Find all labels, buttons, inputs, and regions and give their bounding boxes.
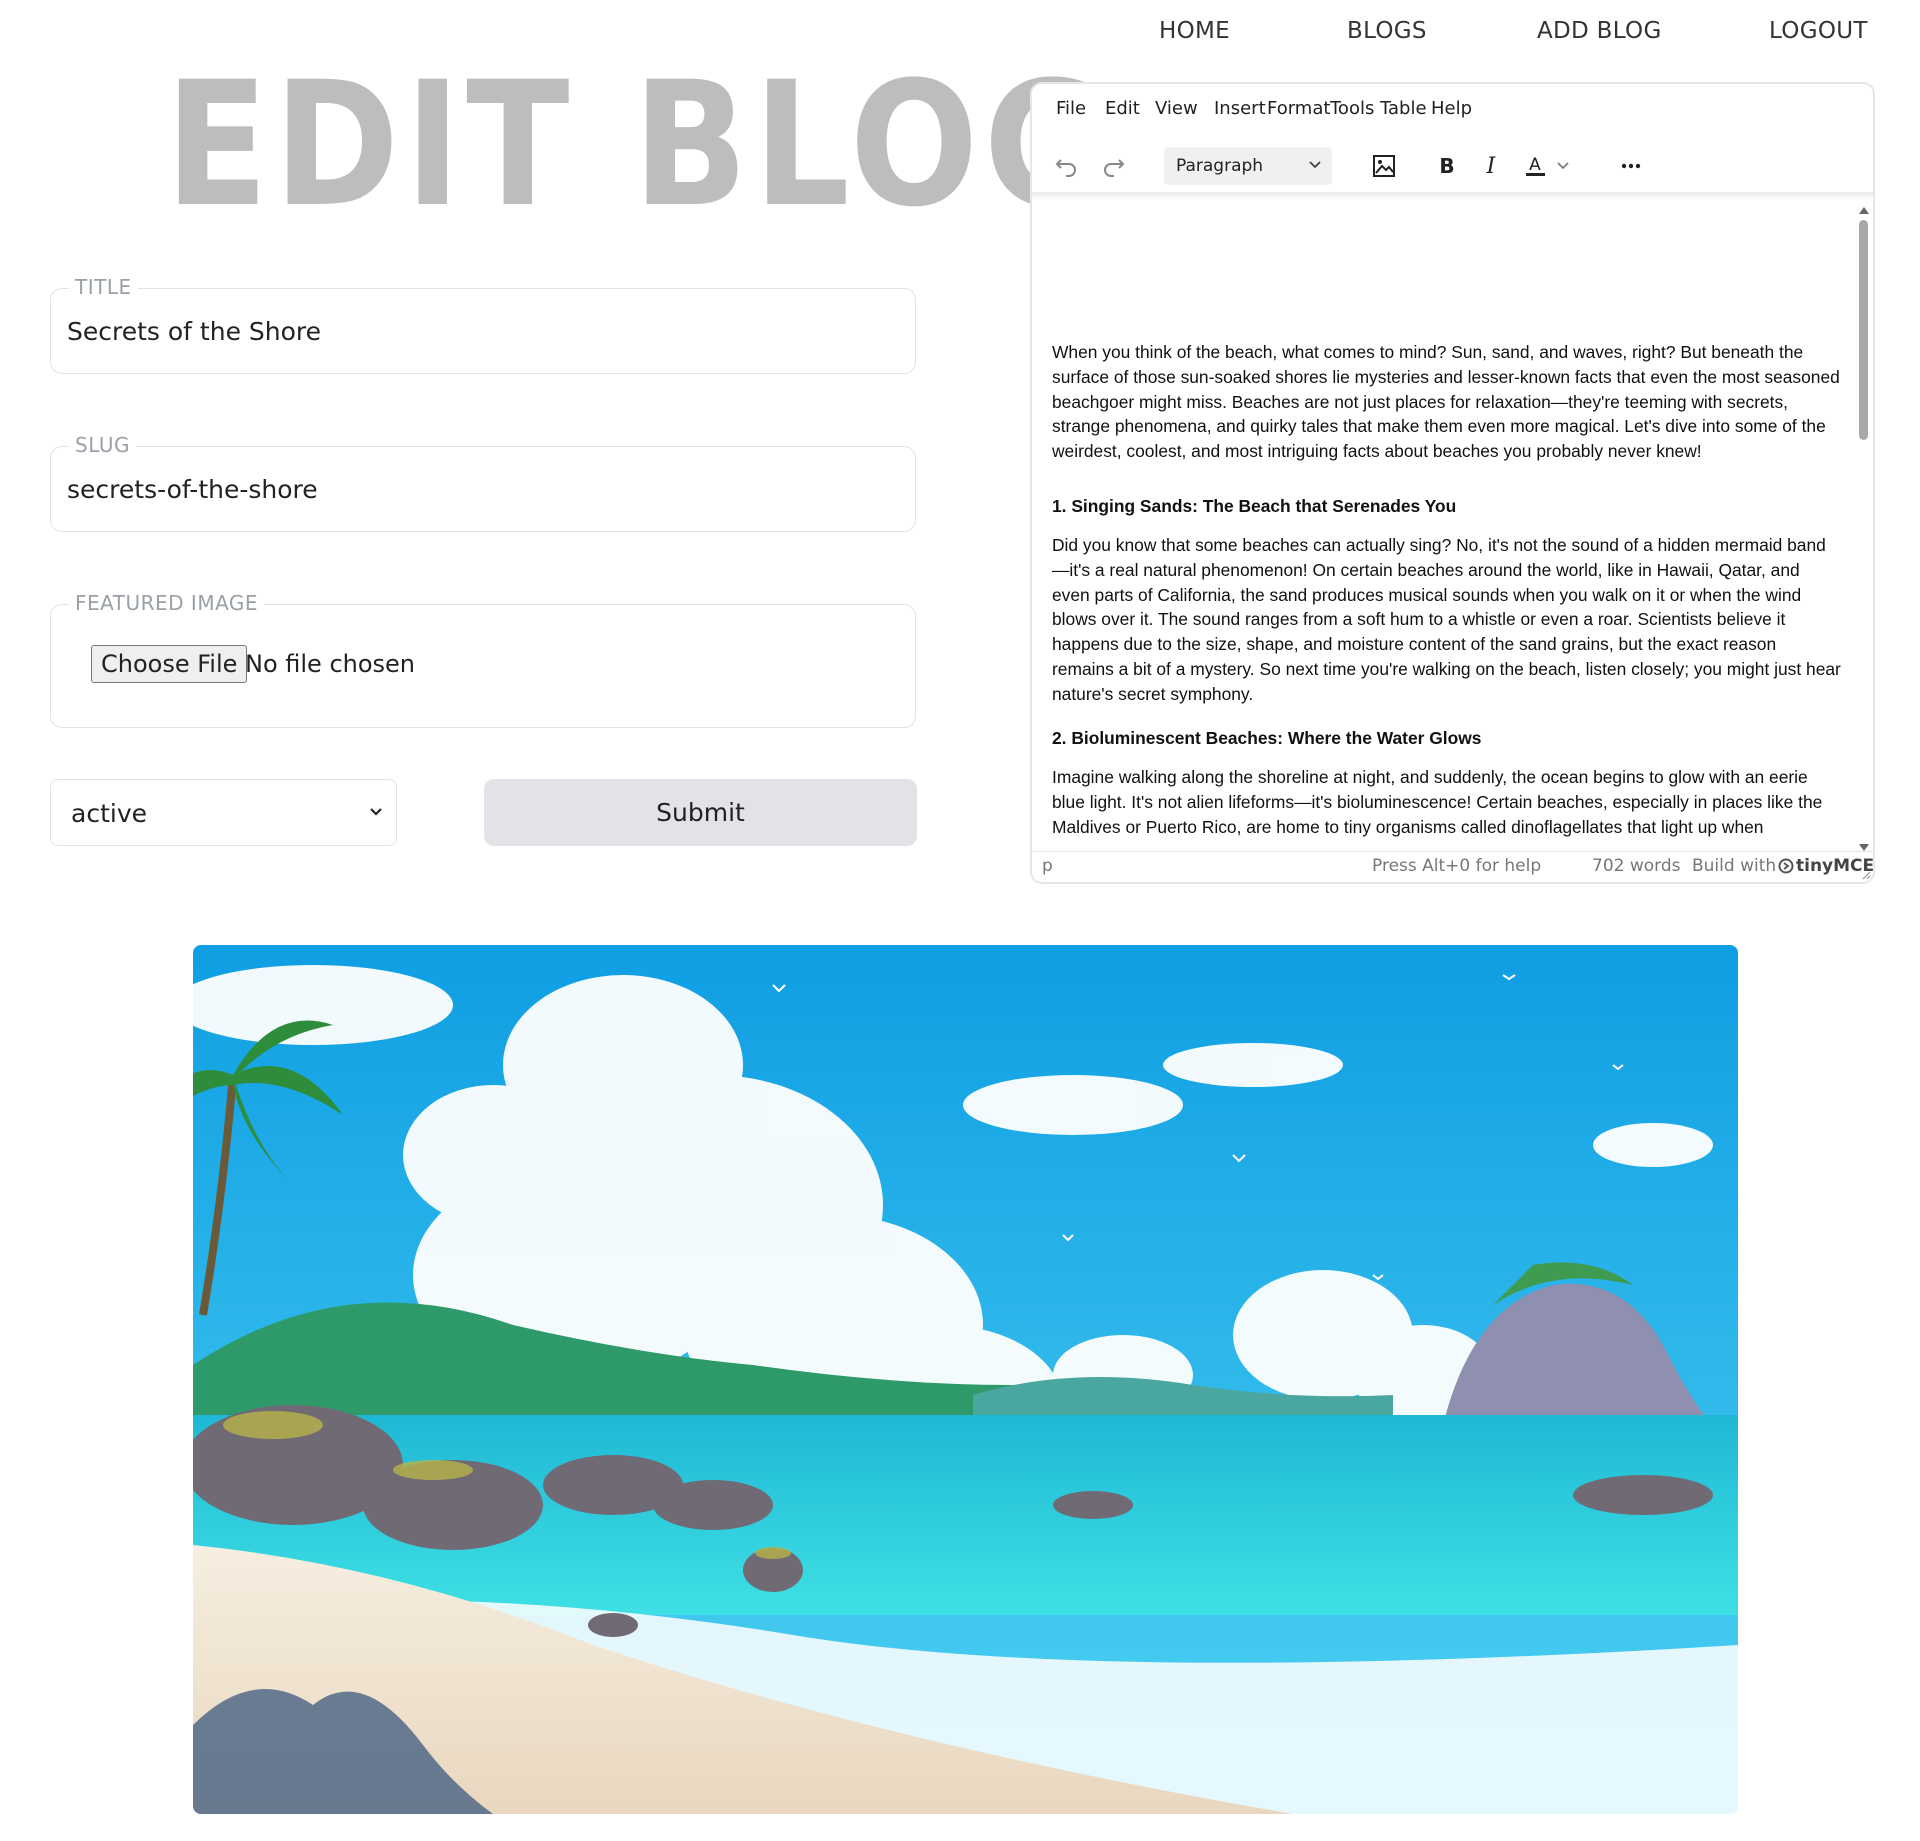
slug-input[interactable]: secrets-of-the-shore xyxy=(67,475,318,504)
title-field[interactable]: TITLE Secrets of the Shore xyxy=(50,275,916,374)
status-select[interactable]: active xyxy=(50,779,397,846)
no-file-text: No file chosen xyxy=(245,650,416,678)
resize-handle-icon[interactable] xyxy=(1861,870,1871,880)
element-path[interactable]: p xyxy=(1042,856,1053,876)
svg-text:I: I xyxy=(1486,154,1497,179)
editor-statusbar: p Press Alt+0 for help 702 words Build w… xyxy=(1032,851,1873,882)
menu-insert[interactable]: Insert xyxy=(1214,98,1266,119)
help-hint: Press Alt+0 for help xyxy=(1372,856,1542,876)
chevron-down-icon[interactable] xyxy=(1549,151,1579,181)
scrollbar-thumb[interactable] xyxy=(1859,220,1868,440)
editor-paragraph: When you think of the beach, what comes … xyxy=(1052,342,1840,462)
editor-toolbar: Paragraph B I A xyxy=(1032,144,1873,188)
build-with-text: Build with xyxy=(1692,856,1777,876)
image-icon[interactable] xyxy=(1369,151,1399,181)
menu-format[interactable]: Format xyxy=(1267,98,1330,119)
chevron-down-icon xyxy=(1309,161,1321,169)
nav-blogs-link[interactable]: BLOGS xyxy=(1347,18,1427,44)
rich-text-editor: File Edit View Insert Format Tools Table… xyxy=(1030,82,1875,884)
title-label: TITLE xyxy=(69,275,138,299)
nav-home-link[interactable]: HOME xyxy=(1159,18,1230,44)
featured-image-preview xyxy=(193,945,1738,1814)
menu-help[interactable]: Help xyxy=(1431,98,1472,119)
nav-add-blog-link[interactable]: ADD BLOG xyxy=(1537,18,1662,44)
block-format-label: Paragraph xyxy=(1176,156,1264,176)
menu-tools[interactable]: Tools xyxy=(1330,98,1374,119)
bold-icon[interactable]: B xyxy=(1432,151,1462,181)
text-color-icon[interactable]: A xyxy=(1521,151,1551,181)
chevron-down-icon xyxy=(370,808,382,816)
submit-button[interactable]: Submit xyxy=(484,779,917,846)
menu-file[interactable]: File xyxy=(1056,98,1086,119)
word-count[interactable]: 702 words xyxy=(1592,856,1681,876)
featured-image-field: FEATURED IMAGE Choose File No file chose… xyxy=(50,591,916,728)
slug-field[interactable]: SLUG secrets-of-the-shore xyxy=(50,433,916,532)
editor-paragraph: Imagine walking along the shoreline at n… xyxy=(1052,767,1823,837)
svg-text:A: A xyxy=(1529,155,1541,175)
status-select-value: active xyxy=(71,799,147,828)
undo-icon[interactable] xyxy=(1052,151,1082,181)
block-format-select[interactable]: Paragraph xyxy=(1164,147,1332,185)
editor-paragraph: Did you know that some beaches can actua… xyxy=(1052,535,1841,704)
editor-heading: 2. Bioluminescent Beaches: Where the Wat… xyxy=(1052,728,1482,748)
tinymce-logo-icon xyxy=(1778,858,1794,874)
editor-heading: 1. Singing Sands: The Beach that Serenad… xyxy=(1052,496,1457,516)
editor-scrollbar[interactable] xyxy=(1855,204,1873,854)
menu-edit[interactable]: Edit xyxy=(1105,98,1140,119)
editor-content-area[interactable]: When you think of the beach, what comes … xyxy=(1032,202,1858,854)
redo-icon[interactable] xyxy=(1098,151,1128,181)
menu-table[interactable]: Table xyxy=(1380,98,1427,119)
slug-label: SLUG xyxy=(69,433,136,457)
nav-logout-link[interactable]: LOGOUT xyxy=(1769,18,1868,44)
scroll-up-arrow-icon[interactable] xyxy=(1859,206,1869,214)
page-title: EDIT BLOG xyxy=(165,44,1114,245)
more-options-icon[interactable] xyxy=(1616,151,1646,181)
top-nav: HOME BLOGS ADD BLOG LOGOUT xyxy=(1100,18,1870,58)
menu-view[interactable]: View xyxy=(1155,98,1198,119)
svg-text:B: B xyxy=(1439,154,1454,178)
title-input[interactable]: Secrets of the Shore xyxy=(67,317,321,346)
choose-file-button[interactable]: Choose File xyxy=(91,645,248,683)
featured-image-label: FEATURED IMAGE xyxy=(69,591,265,615)
italic-icon[interactable]: I xyxy=(1476,151,1506,181)
toolbar-divider xyxy=(1032,192,1873,200)
